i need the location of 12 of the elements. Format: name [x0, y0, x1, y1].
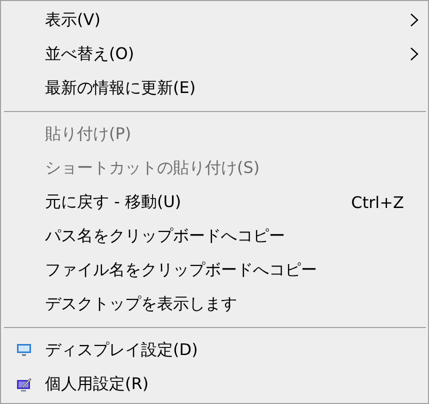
- menu-item[interactable]: 並べ替え(O): [2, 37, 427, 71]
- menu-item[interactable]: 元に戻す - 移動(U) Ctrl+Z: [2, 185, 427, 219]
- menu-item[interactable]: 表示(V): [2, 3, 427, 37]
- menu-item[interactable]: ディスプレイ設定(D): [2, 333, 427, 367]
- menu-item[interactable]: デスクトップを表示します: [2, 287, 427, 321]
- shortcut-text: Ctrl+Z: [351, 192, 404, 212]
- monitor-brush-icon: [16, 376, 32, 392]
- monitor-icon: [16, 343, 32, 357]
- menu-item[interactable]: 最新の情報に更新(E): [2, 71, 427, 105]
- menu-item[interactable]: パス名をクリップボードへコピー: [2, 219, 427, 253]
- menu-item[interactable]: 個人用設定(R): [2, 367, 427, 401]
- menu-item[interactable]: ファイル名をクリップボードへコピー: [2, 253, 427, 287]
